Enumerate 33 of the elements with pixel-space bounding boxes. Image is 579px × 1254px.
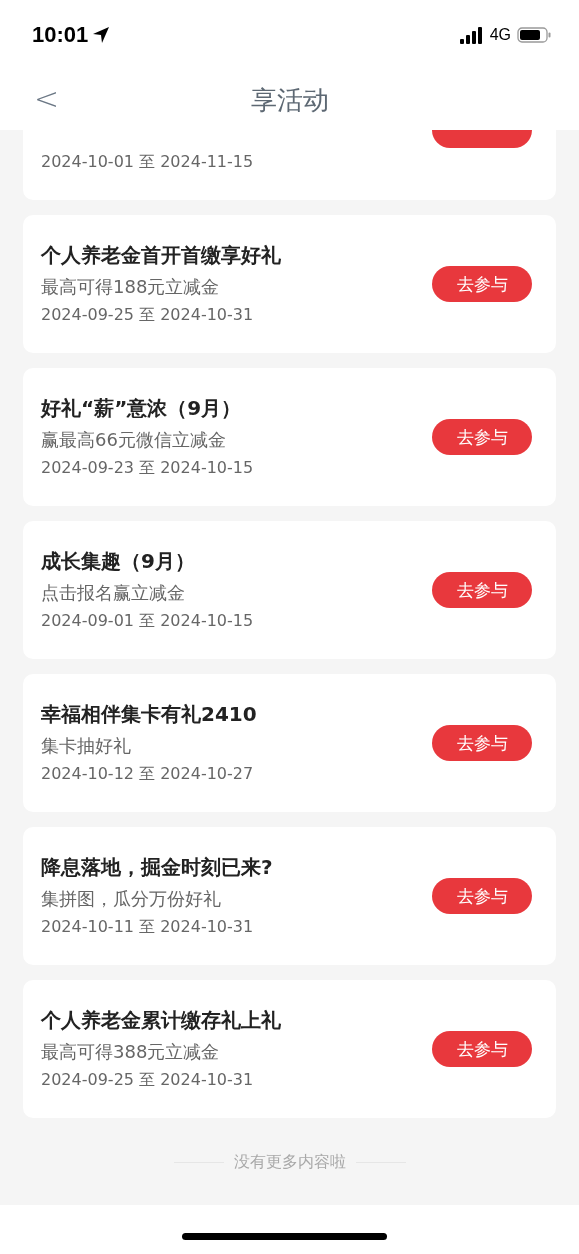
activity-subtitle: 最高可得188元立减金 [41, 275, 221, 299]
activity-dates: 2024-09-01 至 2024-10-15 [41, 611, 254, 632]
activity-subtitle: 集卡抽好礼 [41, 734, 132, 758]
signal-icon [459, 26, 484, 44]
network-label: 4G [489, 26, 511, 44]
activity-subtitle: 集拼图，瓜分万份好礼 [41, 887, 222, 911]
activity-dates: 2024-10-01 至 2024-11-15 [41, 152, 254, 173]
battery-icon [517, 27, 551, 43]
activity-subtitle: 最高可得388元立减金 [41, 1040, 221, 1064]
activity-title: 降息落地，掘金时刻已来? [41, 854, 273, 881]
activity-dates: 2024-09-23 至 2024-10-15 [41, 458, 254, 479]
activity-title: 幸福相伴集卡有礼2410 [41, 701, 257, 728]
back-button[interactable]: < [28, 82, 66, 116]
location-arrow-icon [92, 26, 111, 44]
activity-title: 好礼“薪”意浓（9月） [41, 395, 243, 422]
activity-subtitle: 赢最高66元微信立减金 [41, 428, 227, 452]
activity-title: 成长集趣（9月） [41, 548, 196, 575]
join-button[interactable]: 去参与 [432, 725, 532, 761]
join-button[interactable]: 去参与 [432, 419, 532, 455]
activity-subtitle: 点击报名赢立减金 [41, 581, 186, 605]
join-button[interactable]: 去参与 [432, 572, 532, 608]
activity-title: 个人养老金累计缴存礼上礼 [41, 1007, 281, 1034]
activity-dates: 2024-09-25 至 2024-10-31 [41, 1070, 255, 1091]
activity-dates: 2024-10-12 至 2024-10-27 [41, 764, 255, 785]
join-button[interactable]: 去参与 [432, 1031, 532, 1067]
end-of-list-text: 没有更多内容啦 [233, 1152, 346, 1173]
status-time: 10:01 [32, 22, 89, 48]
activity-dates: 2024-10-11 至 2024-10-31 [41, 917, 255, 938]
page-title: 享活动 [250, 83, 329, 117]
join-button[interactable]: 去参与 [432, 266, 532, 302]
join-button[interactable]: 去参与 [432, 878, 532, 914]
activity-dates: 2024-09-25 至 2024-10-31 [41, 305, 255, 326]
activity-title: 个人养老金首开首缴享好礼 [41, 242, 281, 269]
